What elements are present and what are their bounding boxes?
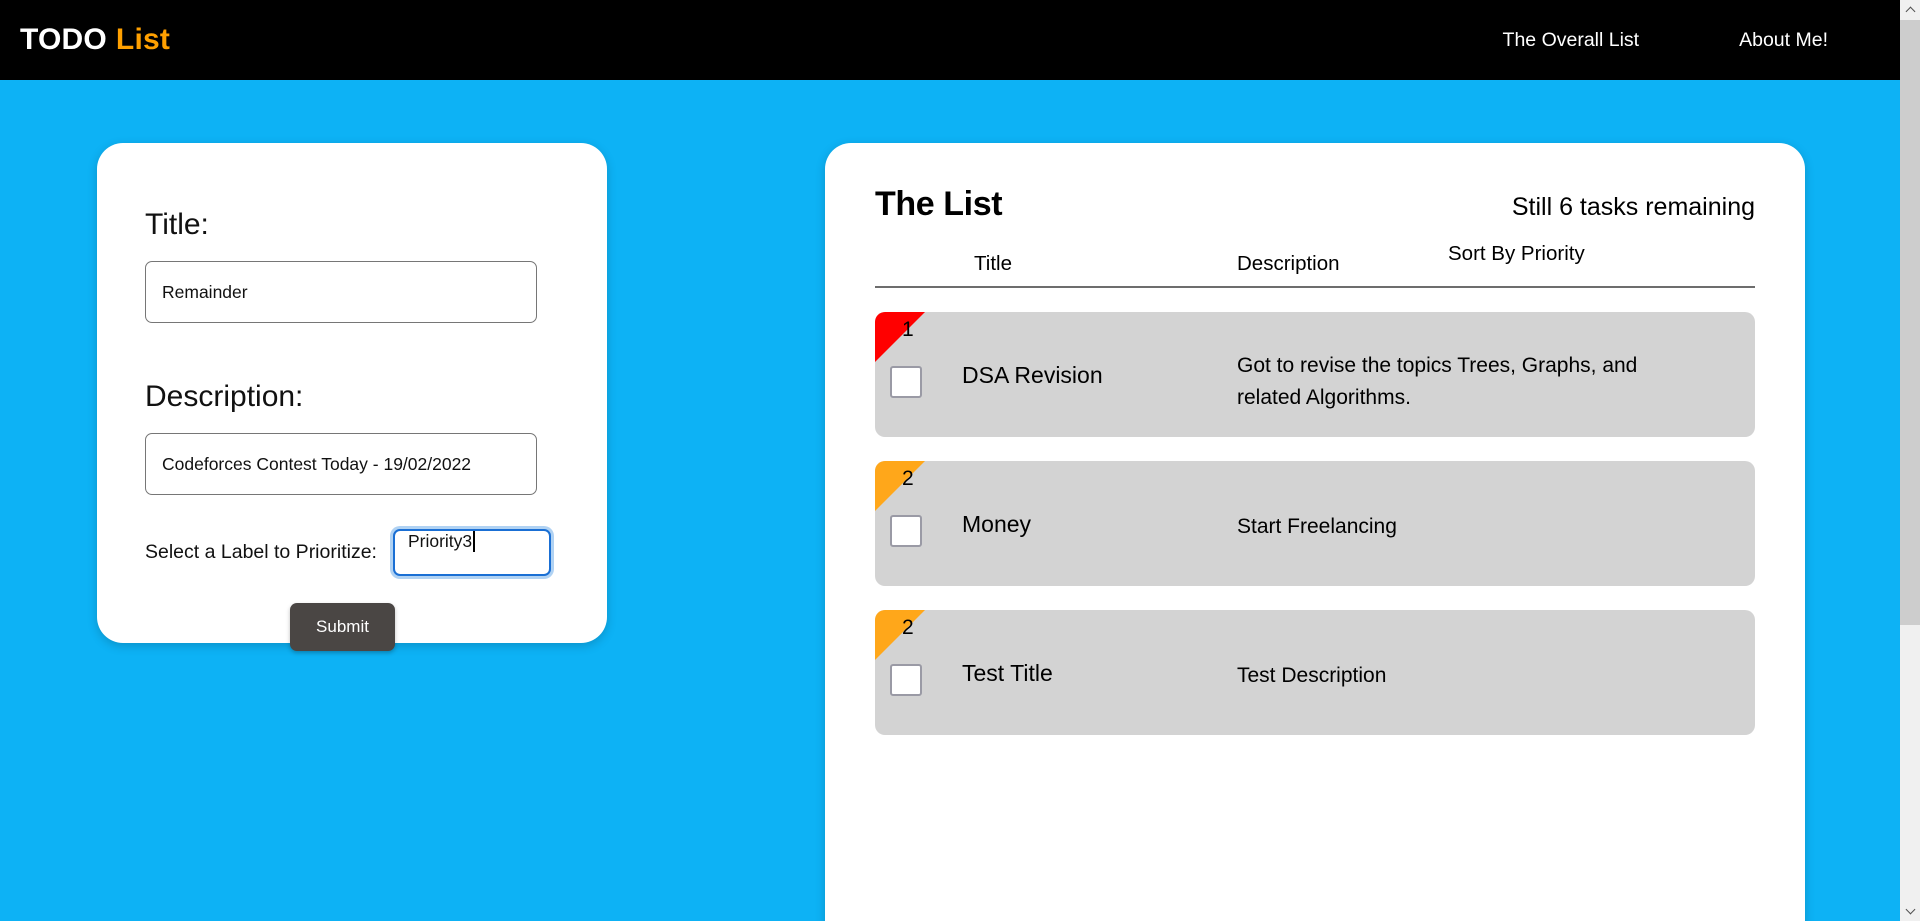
title-input[interactable] xyxy=(145,261,537,323)
page-root: TODO List The Overall List About Me! Tit… xyxy=(0,0,1900,921)
priority-flag-icon xyxy=(875,610,925,660)
priority-input-value: Priority3 xyxy=(407,531,473,551)
priority-flag-icon xyxy=(875,312,925,362)
priority-input-visual: Priority3 xyxy=(408,531,536,552)
priority-field-label: Select a Label to Prioritize: xyxy=(145,541,377,563)
title-field-label: Title: xyxy=(145,208,209,241)
nav-link-overall-list[interactable]: The Overall List xyxy=(1503,29,1640,52)
brand-primary-text: TODO xyxy=(20,23,107,56)
priority-flag-icon xyxy=(875,461,925,511)
nav-link-about-me[interactable]: About Me! xyxy=(1739,29,1828,52)
table-row[interactable]: 2 Test Title Test Description xyxy=(875,610,1755,735)
page-scrollbar[interactable] xyxy=(1900,0,1920,921)
priority-row: Select a Label to Prioritize: Priority3 xyxy=(145,529,559,576)
priority-number: 2 xyxy=(902,616,914,639)
column-header-title: Title xyxy=(974,252,1012,275)
task-description: Start Freelancing xyxy=(1237,515,1397,538)
scroll-down-arrow-icon[interactable] xyxy=(1900,901,1920,921)
tasks-remaining-text: Still 6 tasks remaining xyxy=(1511,193,1755,221)
brand-accent-text: List xyxy=(115,23,171,56)
task-complete-checkbox[interactable] xyxy=(890,366,922,398)
description-field-label: Description: xyxy=(145,380,304,413)
top-navbar: TODO List The Overall List About Me! xyxy=(0,0,1900,80)
scrollbar-thumb[interactable] xyxy=(1900,20,1920,625)
table-row[interactable]: 2 Money Start Freelancing xyxy=(875,461,1755,586)
brand-logo[interactable]: TODO List xyxy=(20,23,170,57)
task-description: Got to revise the topics Trees, Graphs, … xyxy=(1237,354,1638,409)
priority-number: 1 xyxy=(902,318,914,341)
scroll-up-arrow-icon[interactable] xyxy=(1900,0,1920,20)
task-title: Money xyxy=(962,511,1032,537)
chevron-up-icon xyxy=(1905,6,1915,17)
table-row[interactable]: 1 DSA Revision Got to revise the topics … xyxy=(875,312,1755,437)
text-caret xyxy=(473,531,475,552)
description-input[interactable] xyxy=(145,433,537,495)
task-complete-checkbox[interactable] xyxy=(890,515,922,547)
list-title: The List xyxy=(875,185,1003,223)
task-title: Test Title xyxy=(962,660,1053,686)
task-complete-checkbox[interactable] xyxy=(890,664,922,696)
column-header-description: Description xyxy=(1237,252,1340,275)
nav-links: The Overall List About Me! xyxy=(1503,0,1828,80)
sort-by-priority-button[interactable]: Sort By Priority xyxy=(1448,242,1585,266)
task-description: Test Description xyxy=(1237,664,1387,687)
priority-number: 2 xyxy=(902,467,914,490)
task-title: DSA Revision xyxy=(962,362,1103,388)
chevron-down-icon xyxy=(1905,904,1915,915)
task-rows-container: 1 DSA Revision Got to revise the topics … xyxy=(875,312,1755,735)
task-form-card: Title: Description: Select a Label to Pr… xyxy=(97,143,607,651)
column-headers: Title Description Sort By Priority xyxy=(875,224,1755,288)
content-area: Title: Description: Select a Label to Pr… xyxy=(0,80,1900,921)
priority-input[interactable]: Priority3 xyxy=(392,529,551,576)
task-list-card: The List Still 6 tasks remaining Title D… xyxy=(825,143,1805,921)
list-header: The List Still 6 tasks remaining xyxy=(875,185,1755,224)
submit-button[interactable]: Submit xyxy=(290,603,395,651)
